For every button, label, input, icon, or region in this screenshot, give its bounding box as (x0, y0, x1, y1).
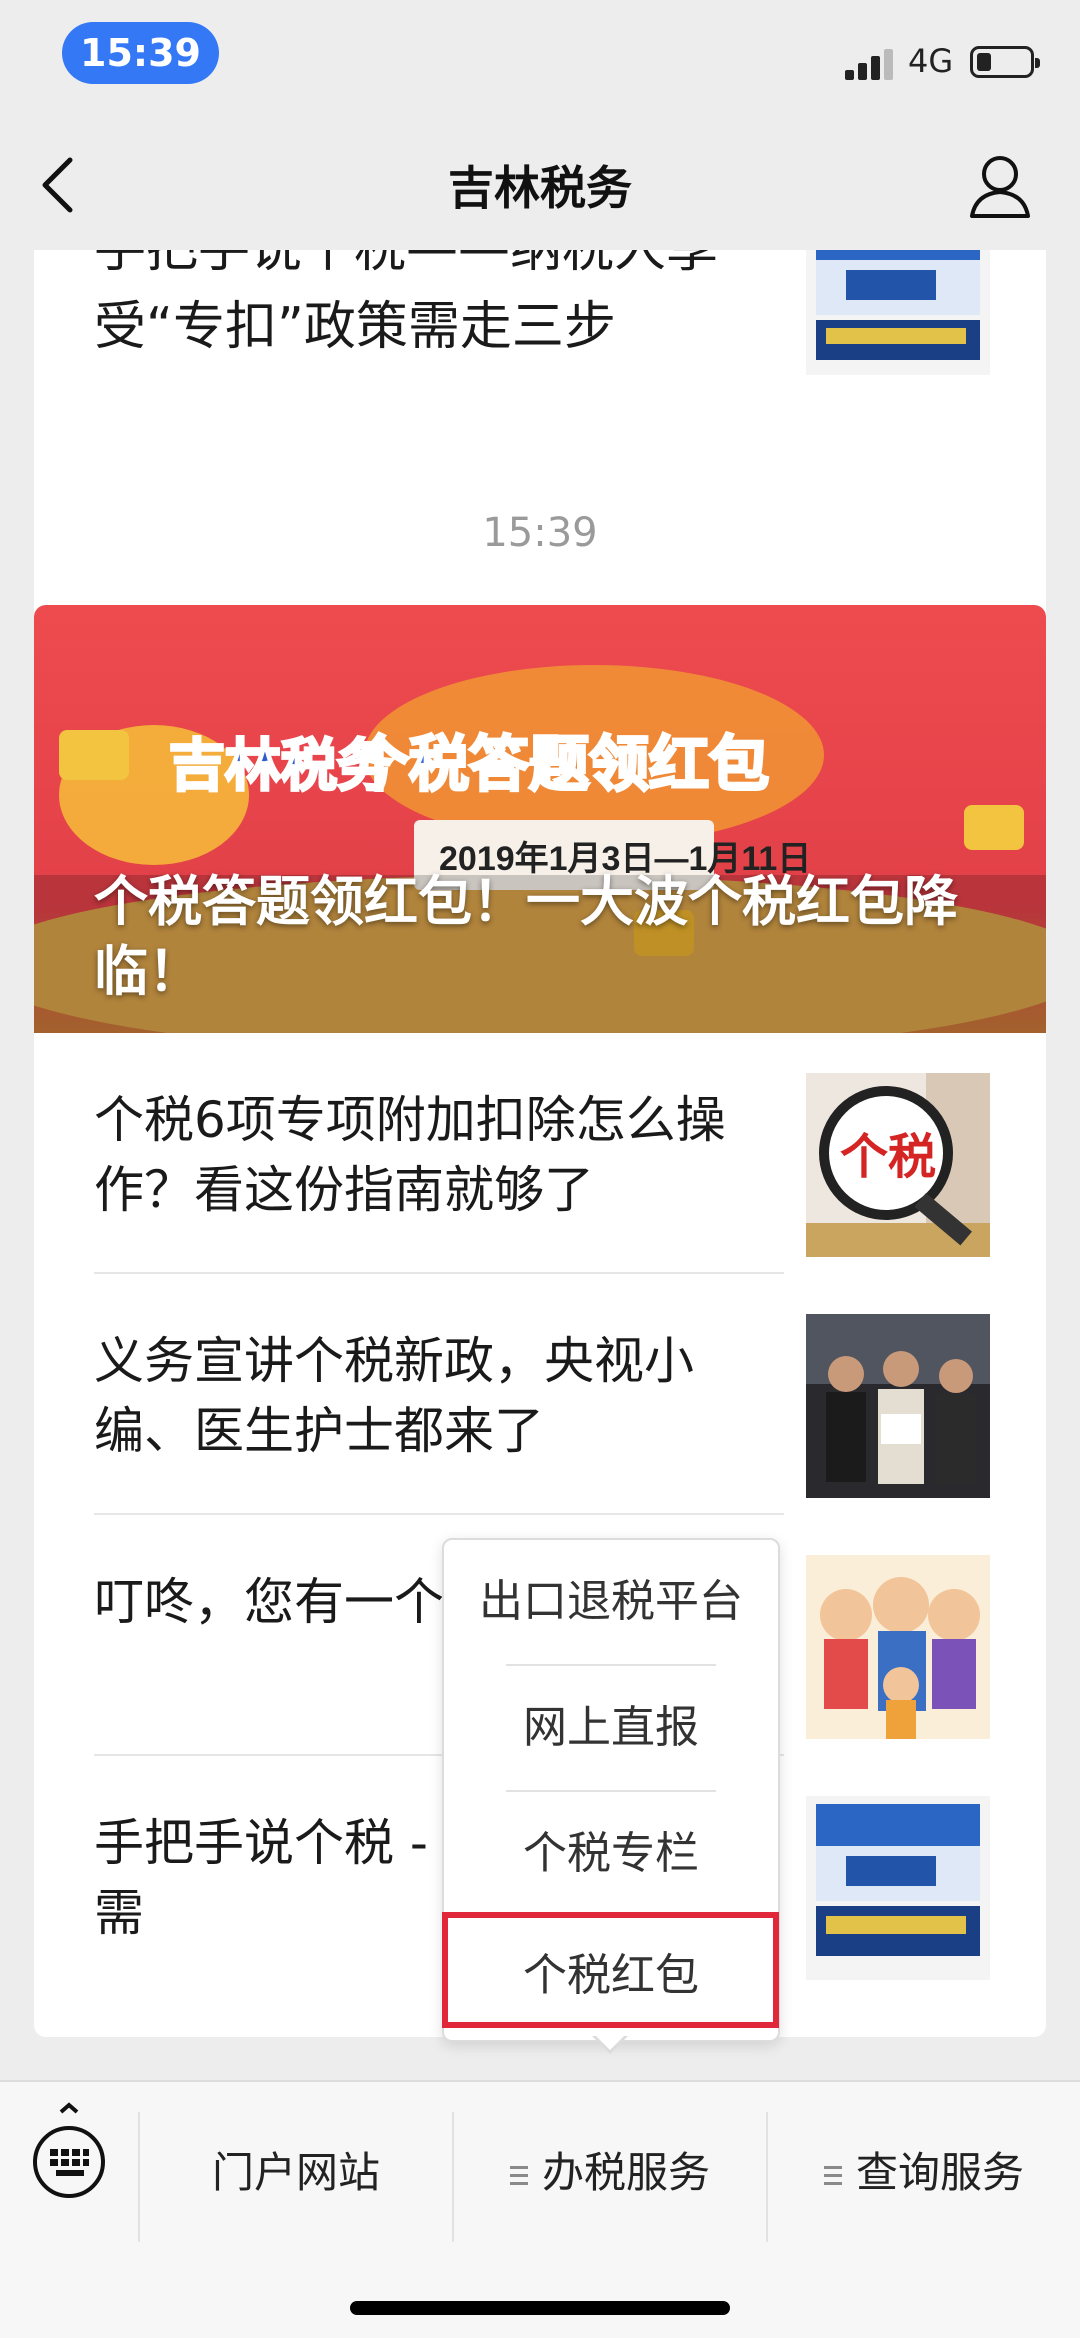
menu-item-tax-column[interactable]: 个税专栏 (444, 1792, 778, 1916)
menu-tab-tax-service[interactable]: 办税服务 (454, 2118, 766, 2228)
menu-item-export-refund[interactable]: 出口退税平台 (444, 1540, 778, 1664)
signal-icon (845, 48, 897, 80)
menu-tab-portal[interactable]: 门户网站 (140, 2118, 452, 2228)
article-thumbnail: 个税 (806, 1073, 990, 1257)
banner-article[interactable]: 吉林税务 个税答题领红包 2019年1月3日—1月11日 个税答题领红包！一大波… (34, 605, 1046, 1033)
svg-text:个税答题领红包: 个税答题领红包 (349, 731, 769, 798)
list-icon (823, 2161, 842, 2190)
menu-tab-query-service[interactable]: 查询服务 (768, 2118, 1080, 2228)
menu-tab-label: 查询服务 (855, 2148, 1024, 2197)
highlight-box (442, 1912, 779, 2028)
battery-icon (970, 46, 1040, 78)
user-icon (970, 156, 1030, 218)
menu-item-online-report[interactable]: 网上直报 (444, 1666, 778, 1790)
page-title: 吉林税务 (448, 161, 632, 215)
list-icon (509, 2161, 528, 2190)
article-item[interactable]: 个税6项专项附加扣除怎么操作？看这份指南就够了 个税 (34, 1033, 1046, 1274)
article-thumbnail (806, 1555, 990, 1739)
popup-arrow (594, 2034, 626, 2050)
article-title: 个税6项专项附加扣除怎么操作？看这份指南就够了 (94, 1091, 726, 1219)
keyboard-toggle-button[interactable] (30, 2102, 108, 2202)
menu-tab-label: 办税服务 (541, 2148, 710, 2197)
article-thumbnail (806, 250, 990, 375)
status-bar: 15:39 4G (0, 0, 1080, 110)
bottom-menu-bar: 门户网站 办税服务 查询服务 (0, 2080, 1080, 2338)
article-item[interactable]: 义务宣讲个税新政，央视小编、医生护士都来了 (34, 1274, 1046, 1515)
message-timestamp: 15:39 (482, 510, 598, 556)
article-thumbnail (806, 1314, 990, 1498)
article-thumbnail (806, 1796, 990, 1980)
network-label: 4G (908, 42, 954, 80)
keyboard-icon (33, 2102, 105, 2198)
article-title: 手把手说个税——纳税人享受“专扣”政策需走三步 (94, 250, 718, 357)
article-title: 义务宣讲个税新政，央视小编、医生护士都来了 (94, 1332, 694, 1460)
profile-button[interactable] (960, 150, 1040, 225)
menu-tab-label: 门户网站 (211, 2148, 380, 2197)
status-time: 15:39 (62, 22, 219, 84)
nav-bar: 吉林税务 (0, 110, 1080, 250)
banner-title: 个税答题领红包！一大波个税红包降临！ (94, 870, 958, 1003)
svg-text:个税: 个税 (840, 1131, 936, 1184)
home-indicator[interactable] (350, 2301, 730, 2315)
